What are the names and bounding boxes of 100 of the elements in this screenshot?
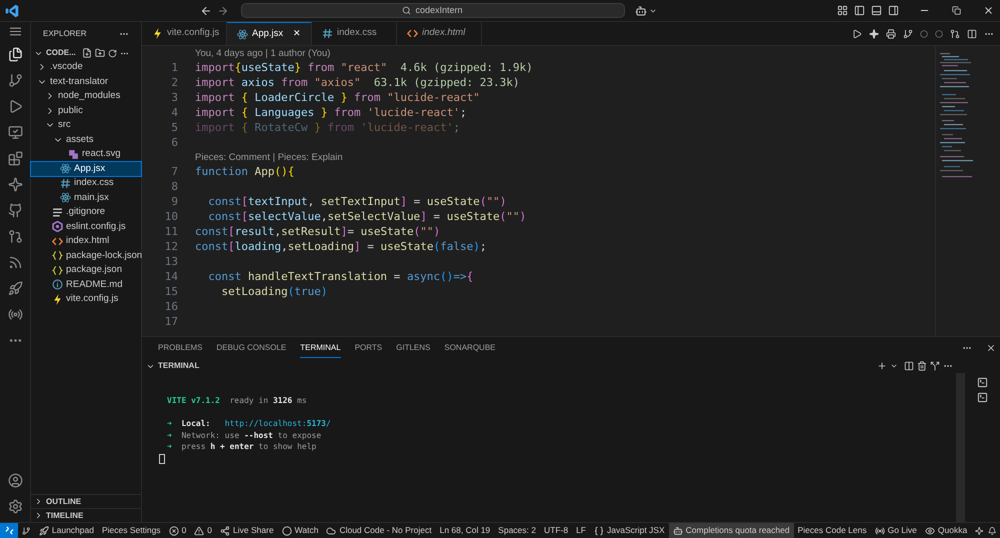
tree-item[interactable]: src [31, 118, 141, 132]
back-arrow-icon[interactable] [200, 4, 212, 16]
line-number: 14 [164, 269, 178, 286]
status-item[interactable]: UTF-8 [540, 523, 572, 538]
sparkle-icon[interactable] [869, 28, 879, 38]
layout-icon[interactable] [837, 5, 848, 16]
refresh-icon[interactable] [108, 48, 117, 58]
tree-item[interactable]: node_modules [31, 89, 141, 104]
next-commit-icon[interactable] [935, 30, 943, 38]
code-lens[interactable]: Pieces: Comment | Pieces: Explain [195, 150, 343, 166]
tree-item[interactable]: react.svg [31, 147, 141, 162]
code-icon [407, 28, 418, 39]
status-item[interactable]: Ln 68, Col 19 [436, 523, 494, 538]
branch-icon[interactable] [8, 73, 22, 88]
panel-tab[interactable]: PORTS [354, 339, 382, 357]
panel-bottom-icon[interactable] [871, 5, 882, 16]
search-icon [402, 6, 412, 15]
extensions-icon[interactable] [8, 151, 22, 166]
tree-item[interactable]: eslint.config.js [31, 220, 141, 234]
editor-tab[interactable]: index.html [397, 22, 482, 45]
editor-tab[interactable]: App.jsx ✕ [227, 22, 312, 45]
tree-item[interactable]: index.html [31, 234, 141, 248]
status-item[interactable]: LF [572, 523, 590, 538]
status-item[interactable]: Live Share [216, 523, 278, 538]
new-folder-icon[interactable] [94, 48, 105, 58]
status-item[interactable]: Spaces: 2 [494, 523, 540, 538]
account-icon[interactable] [8, 473, 22, 488]
close-icon[interactable] [986, 343, 996, 353]
code-lens[interactable]: You, 4 days ago | 1 author (You) [195, 46, 330, 62]
remote-button[interactable] [0, 523, 18, 538]
run-debug-icon[interactable] [8, 99, 22, 114]
tree-item[interactable]: public [31, 104, 141, 118]
files-icon[interactable] [8, 47, 22, 62]
workspace-name[interactable]: CODE... [46, 47, 76, 59]
forward-arrow-icon[interactable] [216, 4, 228, 16]
tree-item[interactable]: text-translator [31, 74, 141, 89]
status-item[interactable]: 0 [164, 523, 190, 538]
trash-icon[interactable] [917, 361, 927, 371]
status-item[interactable]: Pieces Settings [98, 523, 165, 538]
tree-item[interactable]: .vscode [31, 60, 141, 74]
terminal-section-title[interactable]: TERMINAL [158, 360, 200, 372]
split-icon[interactable] [904, 361, 914, 371]
status-item[interactable]: Pieces Code Lens [794, 523, 871, 538]
sparkle-icon[interactable] [8, 177, 22, 192]
commit-icon[interactable] [920, 30, 928, 38]
terminal-icon[interactable] [977, 377, 988, 388]
copilot-icon [672, 526, 683, 536]
editor-tab[interactable]: index.css [312, 22, 397, 45]
line-number: 4 [170, 105, 178, 122]
status-item[interactable]: Watch [278, 523, 322, 538]
pull-request-icon[interactable] [8, 229, 22, 244]
code-line: const[selectValue,setSelectValue] = useState("") [207, 209, 526, 226]
tab-close-button[interactable]: ✕ [293, 27, 301, 41]
status-item[interactable]: 0 [190, 523, 216, 538]
status-item[interactable]: Quokka [920, 523, 972, 538]
copilot-icon[interactable] [634, 4, 646, 16]
tree-item[interactable]: package.json [31, 263, 141, 278]
panel-tab[interactable]: TERMINAL [300, 338, 341, 358]
tree-item[interactable]: package-lock.json [31, 248, 141, 263]
tree-item[interactable]: assets [31, 132, 141, 147]
panel-tab[interactable]: PROBLEMS [158, 339, 202, 357]
terminal-cursor [159, 454, 165, 464]
monitor-icon[interactable] [8, 125, 22, 140]
rocket-icon[interactable] [8, 281, 22, 296]
tree-item[interactable]: README.md [31, 278, 141, 292]
chevron-down-icon[interactable] [890, 362, 898, 370]
status-item[interactable]: Completions quota reached [668, 523, 794, 538]
run-icon[interactable] [852, 28, 862, 38]
radio-icon[interactable] [8, 307, 22, 322]
terminal[interactable]: VITE v7.1.2 ready in 3126 ms ➜ Local: http://localhost:5173/ ➜ Network: use --host to expose ➜ press h + enter to show help [142, 373, 956, 522]
command-search-field[interactable]: codexIntern [240, 3, 624, 18]
printer-icon[interactable] [886, 28, 896, 38]
add-icon[interactable] [877, 361, 887, 371]
tree-item[interactable]: App.jsx [31, 162, 141, 176]
panel-left-icon[interactable] [854, 5, 865, 16]
split-editor-icon[interactable] [967, 28, 977, 38]
menu-icon[interactable] [10, 27, 20, 36]
restore-icon[interactable] [952, 6, 961, 15]
panel-tab[interactable]: SONARQUBE [444, 339, 496, 357]
settings-icon[interactable] [8, 499, 22, 514]
terminal-icon[interactable] [977, 392, 988, 403]
tree-item[interactable]: main.jsx [31, 190, 141, 205]
panel-tab[interactable]: DEBUG CONSOLE [216, 339, 286, 357]
status-item[interactable]: Launchpad [34, 523, 98, 538]
status-item[interactable]: Go Live [870, 523, 921, 538]
tree-item[interactable]: .gitignore [31, 205, 141, 220]
broadcast-icon[interactable] [8, 255, 22, 270]
close-icon[interactable] [983, 5, 994, 16]
tree-item[interactable]: vite.config.js [31, 292, 141, 306]
git-graph-icon[interactable] [950, 28, 960, 38]
panel-right-icon[interactable] [888, 5, 899, 16]
status-item[interactable]: Cloud Code - No Project [322, 523, 436, 538]
panel-tab[interactable]: GITLENS [396, 339, 430, 357]
new-file-icon[interactable] [82, 48, 92, 58]
github-icon[interactable] [8, 203, 22, 218]
section-header[interactable]: OUTLINE [31, 494, 141, 508]
status-item[interactable]: JavaScript JSX [590, 523, 669, 538]
sparkle-icon[interactable] [975, 526, 984, 536]
tree-item[interactable]: index.css [31, 176, 141, 190]
bell-icon[interactable] [988, 526, 996, 536]
